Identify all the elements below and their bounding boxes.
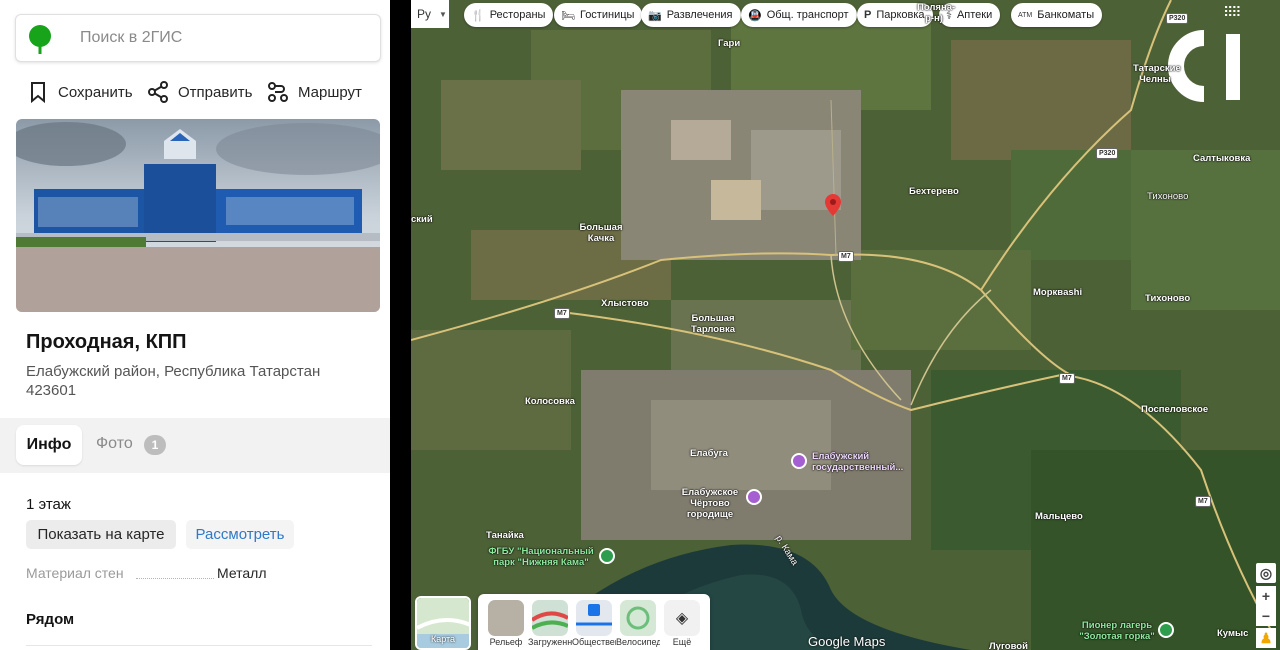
map-label: Салтыковка xyxy=(1193,153,1251,164)
route-button[interactable]: Маршрут xyxy=(266,78,362,106)
map-label: Гари xyxy=(718,38,741,49)
hotel-icon: 🛏 xyxy=(561,9,575,22)
map-label: Тихоново xyxy=(1145,293,1191,304)
map-label: Елабуга xyxy=(690,448,728,459)
floor-info: 1 этаж xyxy=(26,496,71,513)
map-type-toggle[interactable]: Карта xyxy=(415,596,471,650)
bicycle-layer-icon[interactable] xyxy=(620,600,656,636)
map-label: Бехтерево xyxy=(909,186,959,197)
road-shield: М7 xyxy=(1059,373,1075,384)
place-title: Проходная, КПП xyxy=(26,331,187,353)
map-label: Луговой xyxy=(989,641,1028,650)
category-atm[interactable]: ATM Банкоматы xyxy=(1011,3,1103,27)
google-maps-branding: Google Maps xyxy=(808,634,886,649)
share-button[interactable]: Отправить xyxy=(146,78,252,106)
terrain-layer-icon[interactable] xyxy=(488,600,524,636)
map-label: Колосовка xyxy=(525,396,575,407)
map-label: Мальцево xyxy=(1035,511,1083,522)
map-label: Хлыстово xyxy=(601,298,649,309)
transit-layer-icon[interactable] xyxy=(576,600,612,636)
map-label: Морквashi xyxy=(1033,287,1083,298)
camera-icon: 📷 xyxy=(648,9,662,22)
poi-label: Елабужское Чёртово городище xyxy=(681,487,739,520)
place-panel: Поиск в 2ГИС Сохранить Отправить Маршрут xyxy=(0,0,390,650)
road-shield: М7 xyxy=(1195,496,1211,507)
layers-more-icon[interactable]: ◈ xyxy=(664,600,700,636)
road-shield: М7 xyxy=(554,308,570,319)
search-input[interactable]: Поиск в 2ГИС xyxy=(80,29,182,47)
map-label: Татарские Челны xyxy=(1133,63,1181,85)
category-hotels[interactable]: 🛏 Гостиницы xyxy=(554,3,643,27)
map-label: Большая Тарловка xyxy=(690,313,735,335)
map-label: Поляна-р-н) xyxy=(917,2,956,24)
material-label: Материал стен xyxy=(26,565,124,581)
view-button[interactable]: Рассмотреть xyxy=(186,520,294,549)
landmark-marker-icon[interactable] xyxy=(746,489,762,505)
atm-icon: ATM xyxy=(1018,11,1033,19)
university-marker-icon[interactable] xyxy=(791,453,807,469)
dotted-leader xyxy=(136,578,214,579)
road-shield: Р320 xyxy=(1166,13,1189,24)
2gis-logo-icon xyxy=(29,25,51,54)
camp-marker-icon[interactable] xyxy=(1158,622,1174,638)
place-photo[interactable] xyxy=(16,119,380,312)
poi-label: ФГБУ "Национальный парк "Нижняя Кама" xyxy=(488,546,594,568)
material-value: Металл xyxy=(217,565,267,581)
poi-label: Пионер лагерь "Золотая горка" xyxy=(1079,620,1155,642)
tab-info[interactable]: Инфо xyxy=(16,425,82,465)
place-address: Елабужский район, Республика Татарстан 4… xyxy=(26,363,321,399)
photo-count-badge: 1 xyxy=(144,435,166,455)
road-shield: Р320 xyxy=(1096,148,1119,159)
map-label: Кумыс xyxy=(1217,628,1249,639)
layers-panel: Рельеф Загруженность Общественный трансп… xyxy=(478,594,710,650)
map-label: Танайка xyxy=(486,530,524,541)
chevron-down-icon: ▼ xyxy=(439,9,447,19)
map-label: Поспеловское xyxy=(1141,404,1209,415)
street-view-pegman-icon[interactable]: ♟ xyxy=(1256,628,1276,648)
share-icon xyxy=(148,81,168,103)
satellite-map[interactable]: Ру ▼ 🍴 Рестораны 🛏 Гостиницы 📷 Развлечения … xyxy=(411,0,1280,650)
zoom-in-button[interactable]: + xyxy=(1256,586,1276,606)
park-marker-icon[interactable] xyxy=(599,548,615,564)
traffic-layer-icon[interactable] xyxy=(532,600,568,636)
show-on-map-button[interactable]: Показать на карте xyxy=(26,520,176,549)
zoom-out-button[interactable]: − xyxy=(1256,606,1276,626)
bookmark-icon xyxy=(31,82,45,104)
language-selector[interactable]: Ру ▼ xyxy=(411,0,449,28)
parking-icon: P xyxy=(864,9,872,21)
restaurant-icon: 🍴 xyxy=(471,9,485,22)
save-button[interactable]: Сохранить xyxy=(26,78,133,106)
category-transit[interactable]: 🚇 Общ. транспорт xyxy=(741,3,857,27)
my-location-button[interactable]: ◎ xyxy=(1256,563,1276,583)
tab-bar: Инфо Фото 1 xyxy=(0,418,390,473)
map-label: ский xyxy=(411,214,433,225)
map-label: Большая Качка xyxy=(579,222,623,244)
apps-grid-icon[interactable]: ⠿⠿ xyxy=(1223,4,1241,21)
route-icon xyxy=(268,82,288,102)
nearby-heading: Рядом xyxy=(26,611,75,628)
map-label: Тихоново xyxy=(1147,191,1189,202)
search-bar[interactable]: Поиск в 2ГИС xyxy=(15,14,381,62)
road-shield: М7 xyxy=(838,251,854,262)
category-entertainment[interactable]: 📷 Развлечения xyxy=(641,3,741,27)
divider xyxy=(26,645,372,646)
tab-photo[interactable]: Фото xyxy=(96,435,133,453)
category-restaurants[interactable]: 🍴 Рестораны xyxy=(464,3,554,27)
poi-label: Елабужский государственный... xyxy=(812,451,904,473)
transit-icon: 🚇 xyxy=(748,9,762,22)
